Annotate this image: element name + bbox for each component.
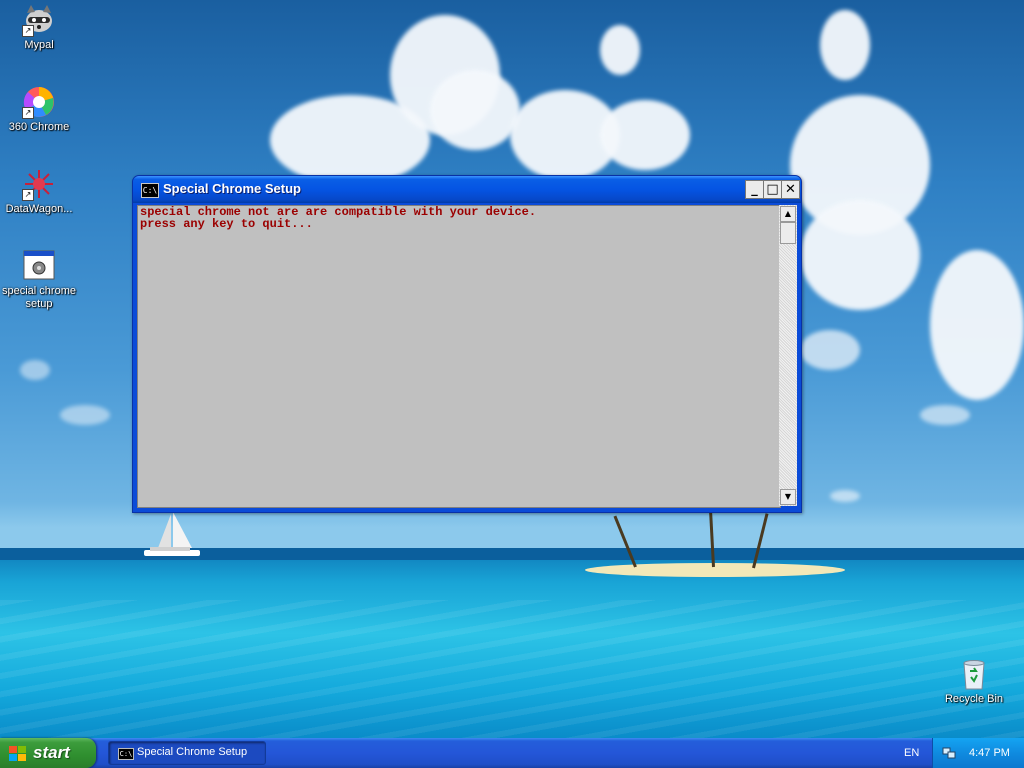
console-icon: C:\ — [141, 183, 159, 198]
sailboat — [144, 512, 200, 556]
maximize-button[interactable]: □ — [763, 180, 782, 199]
cloud — [20, 360, 50, 380]
system-tray: 4:47 PM — [932, 738, 1024, 768]
cloud — [930, 250, 1024, 400]
desktop-icon-label: 360 Chrome — [8, 121, 70, 133]
cloud — [430, 70, 520, 150]
taskbar: start C:\ Special Chrome Setup EN 4:47 P… — [0, 738, 1024, 768]
cloud — [600, 25, 640, 75]
splat-icon: ↗ — [22, 167, 56, 201]
island — [585, 563, 845, 577]
desktop-icon-datawagon[interactable]: ↗ DataWagon... — [1, 167, 77, 216]
close-button[interactable]: ✕ — [781, 180, 800, 199]
desktop-icon-label: DataWagon... — [5, 203, 73, 215]
browser-icon: ↗ — [22, 85, 56, 119]
sea-reflection — [0, 600, 1024, 738]
desktop-icon-label: Mypal — [24, 39, 54, 51]
scroll-up-button[interactable]: ▲ — [780, 206, 796, 222]
start-label: start — [33, 743, 70, 762]
arrow-up-icon: ▲ — [784, 209, 792, 218]
console-app-icon — [22, 249, 56, 283]
clock[interactable]: 4:47 PM — [969, 747, 1010, 759]
cloud — [60, 405, 110, 425]
cloud — [800, 330, 860, 370]
shortcut-arrow-icon: ↗ — [22, 189, 34, 201]
shortcut-arrow-icon: ↗ — [22, 107, 34, 119]
window-title: Special Chrome Setup — [163, 181, 301, 196]
close-icon: ✕ — [785, 182, 796, 197]
cloud — [920, 405, 970, 425]
scroll-thumb[interactable] — [780, 222, 796, 244]
console-line: press any key to quit... — [140, 217, 313, 231]
desktop-icon-360-chrome[interactable]: ↗ 360 Chrome — [1, 85, 77, 134]
desktop-icon-recycle-bin[interactable]: Recycle Bin — [936, 657, 1012, 706]
raccoon-icon: ↗ — [22, 3, 56, 37]
console-window[interactable]: C:\ Special Chrome Setup _ □ ✕ special c… — [132, 175, 802, 513]
vertical-scrollbar[interactable]: ▲ ▼ — [779, 205, 797, 506]
start-button[interactable]: start — [0, 738, 96, 768]
cloud — [800, 200, 920, 310]
minimize-button[interactable]: _ — [745, 180, 764, 199]
console-icon: C:\ — [118, 748, 134, 760]
desktop-icon-mypal[interactable]: ↗ Mypal — [1, 3, 77, 52]
cloud — [830, 490, 860, 502]
window-titlebar[interactable]: C:\ Special Chrome Setup _ □ ✕ — [133, 176, 801, 203]
minimize-icon: _ — [751, 182, 758, 197]
windows-logo-icon — [9, 746, 26, 761]
desktop-icon-label: Recycle Bin — [944, 693, 1004, 705]
recycle-bin-icon — [957, 657, 991, 691]
desktop-icon-special-chrome-setup[interactable]: special chrome setup — [1, 249, 77, 311]
cloud — [820, 10, 870, 80]
taskbar-button-special-chrome-setup[interactable]: C:\ Special Chrome Setup — [108, 741, 266, 765]
desktop-icon-label: special chrome setup — [2, 285, 76, 310]
language-indicator[interactable]: EN — [904, 747, 919, 759]
arrow-down-icon: ▼ — [784, 492, 792, 501]
maximize-icon: □ — [766, 182, 779, 197]
shortcut-arrow-icon: ↗ — [22, 25, 34, 37]
console-output[interactable]: special chrome not are are compatible wi… — [137, 205, 781, 508]
scroll-down-button[interactable]: ▼ — [780, 489, 796, 505]
taskbar-button-label: Special Chrome Setup — [137, 746, 248, 758]
network-icon[interactable] — [942, 746, 956, 760]
cloud — [600, 100, 690, 170]
